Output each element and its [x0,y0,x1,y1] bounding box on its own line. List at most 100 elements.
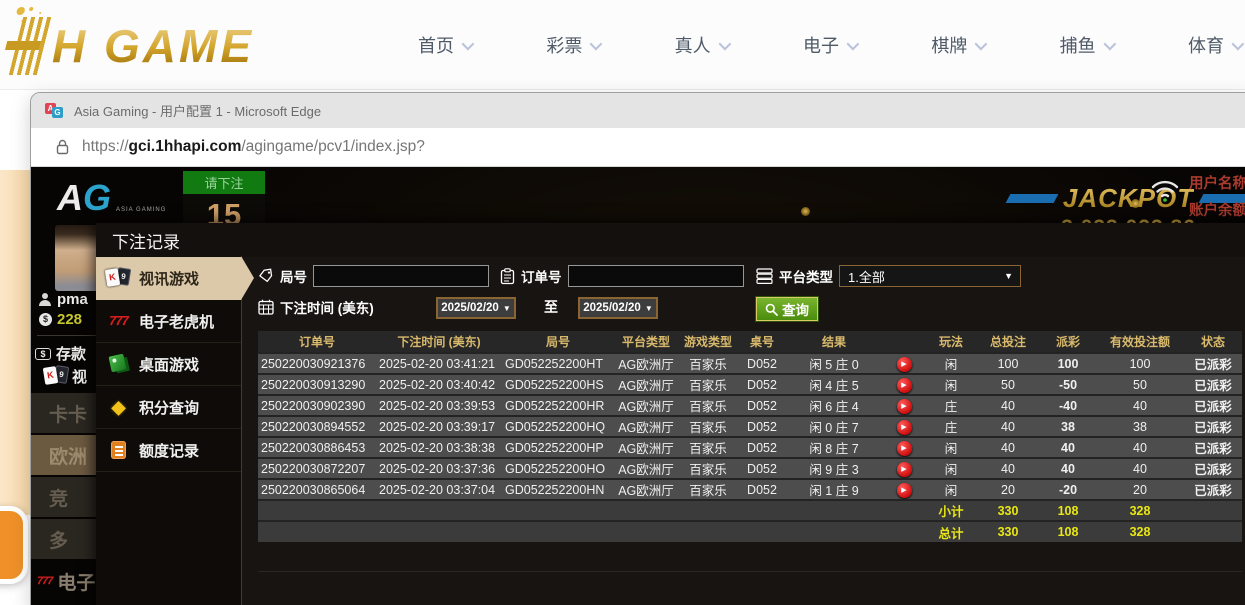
cell-result: 闲 6 庄 4 [786,395,882,416]
nav-item-label: 体育 [1188,32,1224,58]
platform-type-select[interactable]: 1.全部 [839,265,1021,287]
platform-list-icon [756,268,773,284]
panel-menu-item-3[interactable]: 桌面游戏 [96,343,241,386]
cell-round-number: GD052252200HN [502,479,614,500]
cell-game-type: 百家乐 [678,395,738,416]
cell-round-number: GD052252200HS [502,374,614,395]
cell-valid-bet: 50 [1096,374,1184,395]
light-glow [801,207,810,216]
cell-table-number: D052 [738,458,786,479]
panel-menu-item-1[interactable]: K9视讯游戏 [96,257,241,300]
lobby-menu-label: 卡卡 [49,400,87,427]
countdown-label: 请下注 [183,171,265,194]
nav-item-5[interactable]: 棋牌 [931,32,984,58]
column-header: 桌号 [738,331,786,353]
column-header [882,331,926,353]
video-games-link[interactable]: K9 视 [43,365,87,387]
cell-bet-time: 2025-02-20 03:37:04 [376,479,502,500]
cell-table-number: D052 [738,416,786,437]
cell-result: 闲 8 庄 7 [786,437,882,458]
cell-result: 闲 1 庄 9 [786,479,882,500]
cell-platform: AG欧洲厅 [614,416,678,437]
column-header: 玩法 [926,331,976,353]
column-header: 派彩 [1040,331,1096,353]
cell-bet-on: 闲 [926,437,976,458]
table-row: 2502200308864532025-02-20 03:38:38GD0522… [258,437,1242,458]
panel-menu-item-5[interactable]: 额度记录 [96,429,241,472]
column-header: 局号 [502,331,614,353]
ag-favicon-icon: AG [45,103,64,119]
cell-empty [258,500,926,521]
site-logo[interactable]: H GAME [16,8,254,84]
nav-item-1[interactable]: 首页 [418,32,471,58]
username-row: pma [39,291,88,308]
address-bar[interactable]: https://gci.1hhapi.com/agingame/pcv1/ind… [31,128,1245,167]
cell-result: 闲 5 庄 0 [786,353,882,374]
search-button[interactable]: 查询 [756,297,818,321]
panel-menu-item-4[interactable]: ◆积分查询 [96,386,241,429]
cell-total-bet: 40 [976,458,1040,479]
document-icon [105,439,132,461]
play-video-button[interactable]: ▶ [897,357,912,372]
chevron-down-icon [1232,37,1245,50]
round-number-input[interactable] [313,265,489,287]
order-filter: 订单号 [500,265,744,287]
nav-item-7[interactable]: 体育 [1188,32,1241,58]
money-bag-icon: $ [39,313,52,326]
cell-total-bet: 100 [976,353,1040,374]
date-to-select[interactable]: 2025/02/20 [578,297,658,319]
play-video-button[interactable]: ▶ [897,378,912,393]
subtotal-row: 小计330108328 [258,500,1242,521]
table-header-row: 订单号下注时间 (美东)局号平台类型游戏类型桌号结果玩法总投注派彩有效投注额状态 [258,331,1242,353]
nav-item-3[interactable]: 真人 [675,32,728,58]
cell-table-number: D052 [738,353,786,374]
totals-label: 总计 [926,521,976,542]
cell-payout: -50 [1040,374,1096,395]
site-header: H GAME 首页 彩票 真人 电子 棋牌 捕鱼 体育 [0,0,1245,90]
user-info-label: 账户余额 [1189,199,1245,220]
cell-valid-bet: 100 [1096,353,1184,374]
to-label: 至 [544,297,558,317]
date-from-select[interactable]: 2025/02/20 [436,297,516,319]
floating-widget-button[interactable] [0,506,28,584]
totals-bet: 330 [976,521,1040,542]
cell-platform: AG欧洲厅 [614,395,678,416]
nav-item-2[interactable]: 彩票 [546,32,599,58]
cell-platform: AG欧洲厅 [614,458,678,479]
chevron-down-icon [718,37,731,50]
page-background [0,170,30,515]
cell-result: 闲 0 庄 7 [786,416,882,437]
cell-bet-time: 2025-02-20 03:39:17 [376,416,502,437]
nav-item-label: 真人 [675,32,711,58]
play-video-button[interactable]: ▶ [897,441,912,456]
window-title: Asia Gaming - 用户配置 1 - Microsoft Edge [74,101,321,120]
column-header: 游戏类型 [678,331,738,353]
cell-status: 已派彩 [1184,374,1242,395]
play-video-button[interactable]: ▶ [897,483,912,498]
cell-bet-time: 2025-02-20 03:37:36 [376,458,502,479]
lobby-menu-label: 电子 [57,568,95,595]
nav-item-4[interactable]: 电子 [803,32,856,58]
jackpot-wing-left [1005,194,1058,203]
nav-item-6[interactable]: 捕鱼 [1060,32,1113,58]
username-text: pma [57,291,88,308]
slots-777-icon: 777 [105,310,132,332]
cell-order-number: 250220030886453 [258,437,376,458]
cell-order-number: 250220030902390 [258,395,376,416]
order-number-input[interactable] [568,265,744,287]
chevron-down-icon [975,37,988,50]
deposit-link[interactable]: $ 存款 [35,343,86,364]
lobby-menu-label: 竞 [49,484,68,511]
play-video-button[interactable]: ▶ [897,462,912,477]
cell-total-bet: 40 [976,437,1040,458]
round-filter: 局号 [258,265,489,287]
cell-video: ▶ [882,437,926,458]
play-video-button[interactable]: ▶ [897,399,912,414]
column-header: 总投注 [976,331,1040,353]
play-video-button[interactable]: ▶ [897,420,912,435]
nav-item-label: 彩票 [546,32,582,58]
panel-menu-item-2[interactable]: 777电子老虎机 [96,300,241,343]
calendar-icon [258,299,274,315]
table-row: 2502200309023902025-02-20 03:39:53GD0522… [258,395,1242,416]
cell-round-number: GD052252200HR [502,395,614,416]
